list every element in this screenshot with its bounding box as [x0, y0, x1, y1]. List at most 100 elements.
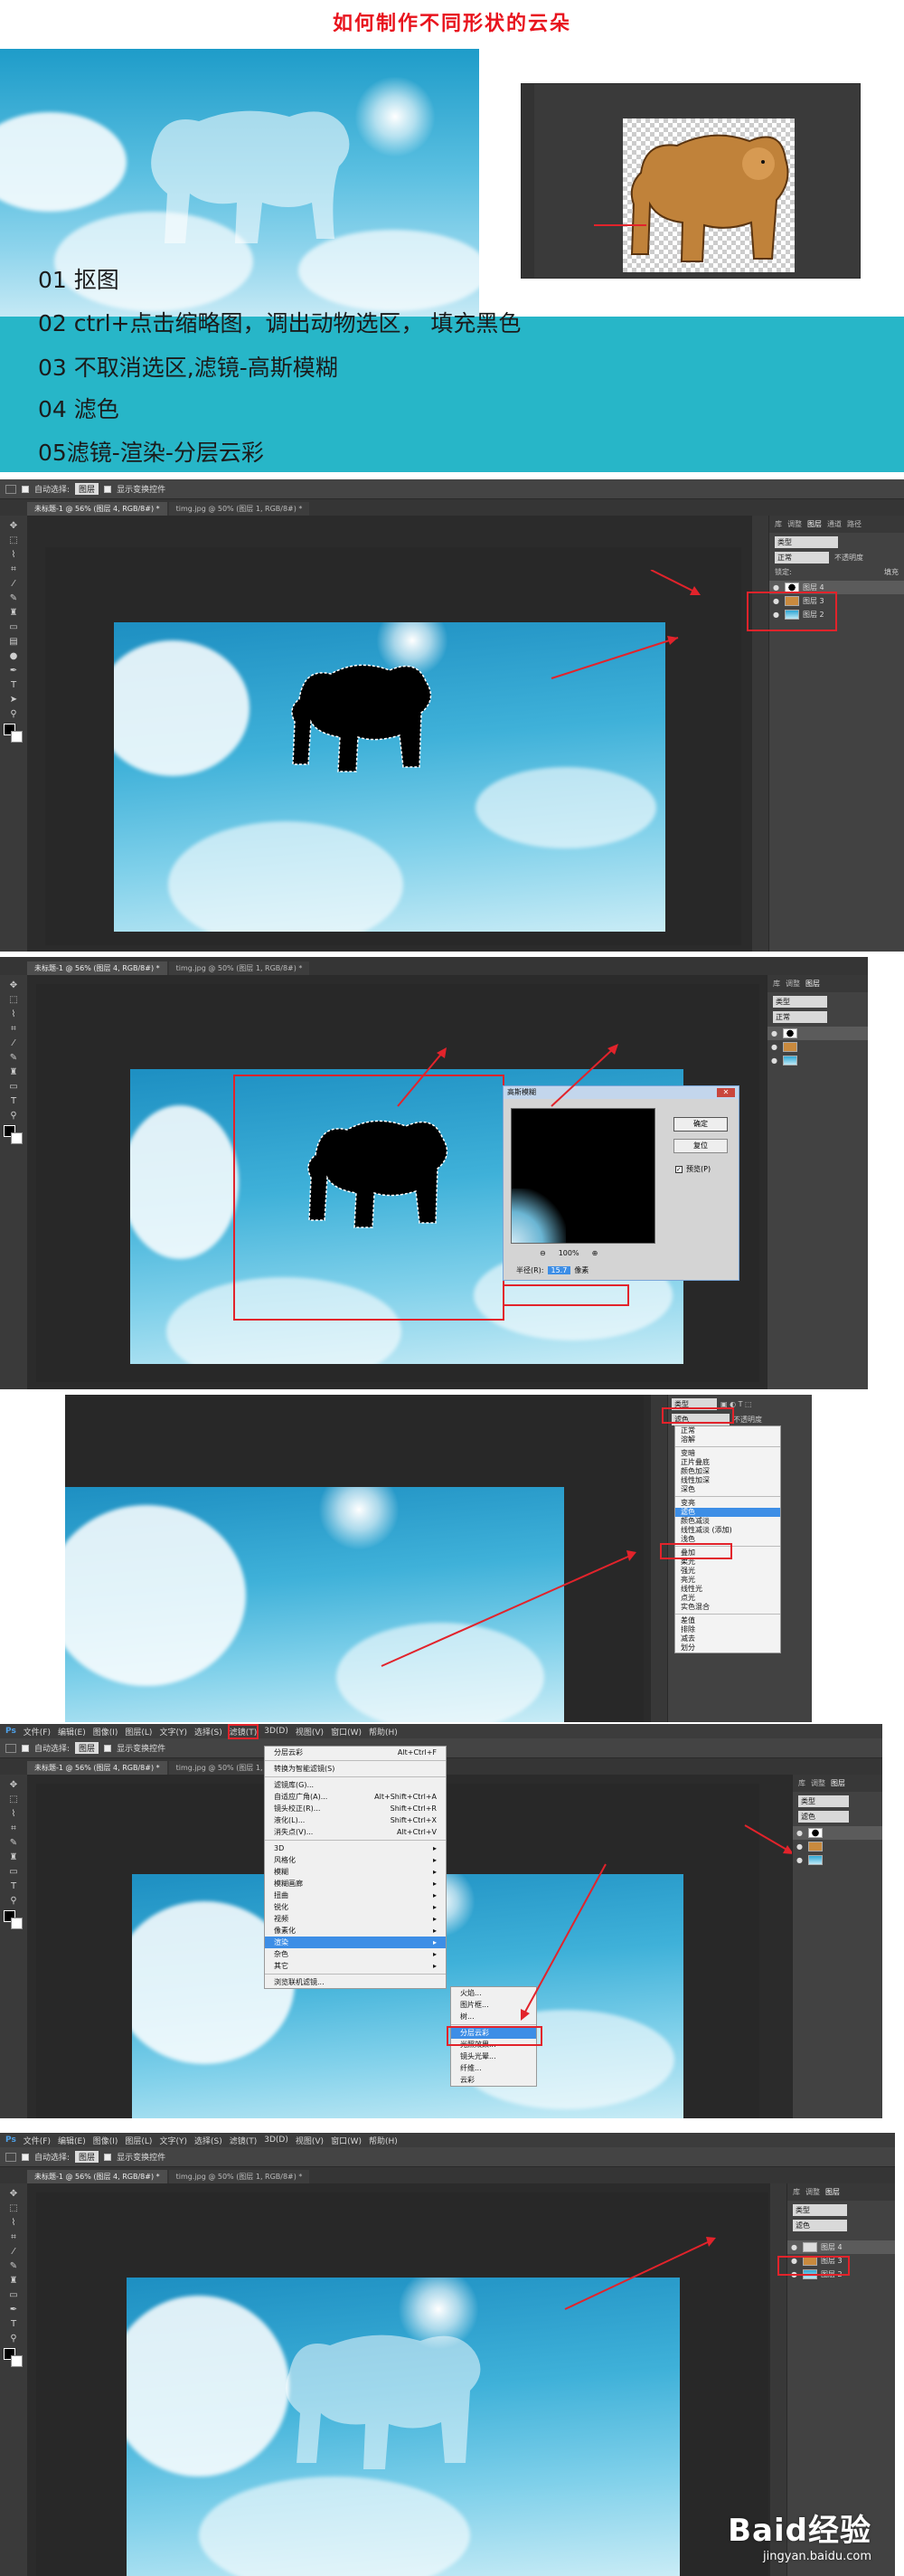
menu-item-lens-correction[interactable]: 镜头校正(R)... Shift+Ctrl+R — [265, 1803, 446, 1814]
blend-mode-select[interactable]: 滤色 — [798, 1811, 849, 1823]
menu-item-browse-online[interactable]: 浏览联机滤镜... — [265, 1976, 446, 1988]
menu-item-last-filter[interactable]: 分层云彩 Alt+Ctrl+F — [265, 1747, 446, 1758]
lasso-icon[interactable]: ⌇ — [8, 2218, 20, 2228]
auto-select-checkbox[interactable] — [22, 485, 29, 493]
brush-icon[interactable]: ✎ — [8, 1053, 20, 1063]
menu-file[interactable]: 文件(F) — [24, 1726, 51, 1738]
blend-option[interactable]: 溶解 — [675, 1435, 780, 1444]
dodge-icon[interactable]: ● — [8, 651, 20, 661]
color-swatches[interactable] — [4, 724, 24, 743]
kind-filter[interactable]: 类型 — [798, 1795, 849, 1807]
submenu-item[interactable]: 镜头光晕... — [451, 2050, 536, 2062]
tab-paths[interactable]: 路径 — [847, 519, 862, 529]
panel-collapse-strip[interactable] — [752, 516, 768, 952]
layer-row[interactable]: ● — [793, 1826, 882, 1840]
menu-item-noise[interactable]: 杂色 ▸ — [265, 1948, 446, 1960]
blend-mode-select[interactable]: 滤色 — [793, 2220, 847, 2231]
marquee-icon[interactable]: ⬚ — [8, 1795, 20, 1804]
blend-option[interactable]: 减去 — [675, 1634, 780, 1643]
pen-icon[interactable]: ✒ — [8, 2305, 20, 2315]
menu-layer[interactable]: 图层(L) — [125, 2135, 152, 2146]
blend-option[interactable]: 实色混合 — [675, 1603, 780, 1612]
layer-row[interactable]: ● — [767, 1054, 868, 1067]
zoom-out-icon[interactable]: ⊖ — [540, 1249, 546, 1257]
move-icon[interactable]: ✥ — [8, 980, 20, 990]
blend-option[interactable]: 变暗 — [675, 1449, 780, 1458]
layer-thumbnail[interactable] — [803, 2242, 817, 2252]
blend-option[interactable]: 颜色减淡 — [675, 1517, 780, 1526]
layer-row[interactable]: ● 图层 4 — [787, 2240, 895, 2254]
eye-icon[interactable]: ● — [796, 1856, 805, 1864]
brush-icon[interactable]: ✎ — [8, 593, 20, 603]
path-select-icon[interactable]: ➤ — [8, 695, 20, 705]
close-icon[interactable]: ✕ — [717, 1088, 735, 1097]
menu-item-liquify[interactable]: 液化(L)... Shift+Ctrl+X — [265, 1814, 446, 1826]
menu-view[interactable]: 视图(V) — [296, 1726, 324, 1738]
tab-library[interactable]: 库 — [798, 1778, 805, 1788]
menu-type[interactable]: 文字(Y) — [159, 2135, 187, 2146]
menu-item-3d[interactable]: 3D ▸ — [265, 1842, 446, 1854]
zoom-icon[interactable]: ⚲ — [8, 1896, 20, 1906]
menu-image[interactable]: 图像(I) — [93, 2135, 118, 2146]
tab-adjust[interactable]: 调整 — [787, 519, 802, 529]
tab-doc1[interactable]: 未标题-1 @ 56% (图层 4, RGB/8#) * — [27, 1761, 167, 1775]
layer-row[interactable]: ● — [767, 1040, 868, 1054]
tab-doc1[interactable]: 未标题-1 @ 56% (图层 4, RGB/8#) * — [27, 961, 167, 975]
tab-adjust[interactable]: 调整 — [811, 1778, 825, 1788]
layer-thumbnail[interactable] — [808, 1828, 823, 1838]
move-tool-icon[interactable] — [5, 1743, 16, 1753]
menu-filter[interactable]: 滤镜(T) — [227, 1724, 259, 1739]
menu-item-other[interactable]: 其它 ▸ — [265, 1960, 446, 1972]
move-tool-icon[interactable] — [5, 484, 16, 494]
lasso-icon[interactable]: ⌇ — [8, 550, 20, 560]
blend-option[interactable]: 线性光 — [675, 1585, 780, 1594]
layer-row[interactable]: ● — [793, 1840, 882, 1853]
tab-library[interactable]: 库 — [773, 979, 780, 989]
auto-select-checkbox[interactable] — [22, 1744, 29, 1752]
crop-icon[interactable]: ⌗ — [8, 1823, 20, 1833]
menu-3d[interactable]: 3D(D) — [264, 2136, 288, 2145]
menu-help[interactable]: 帮助(H) — [369, 1726, 398, 1738]
marquee-icon[interactable]: ⬚ — [8, 535, 20, 545]
eye-icon[interactable]: ● — [791, 2243, 799, 2251]
eraser-icon[interactable]: ▭ — [8, 1082, 20, 1092]
auto-select-checkbox[interactable] — [22, 2153, 29, 2161]
color-swatches[interactable] — [4, 1125, 24, 1145]
crop-icon[interactable]: ⌗ — [8, 2232, 20, 2242]
show-transform-checkbox[interactable] — [104, 1744, 112, 1752]
move-icon[interactable]: ✥ — [8, 1780, 20, 1790]
layer-thumbnail[interactable] — [783, 1056, 797, 1065]
text-icon[interactable]: T — [8, 1881, 20, 1891]
tab-doc2[interactable]: timg.jpg @ 50% (图层 1, RGB/8#) * — [168, 961, 310, 975]
layer-thumbnail[interactable] — [808, 1855, 823, 1865]
layer-select[interactable]: 图层 — [75, 1742, 99, 1754]
brush-icon[interactable]: ✎ — [8, 1838, 20, 1848]
blend-option[interactable]: 正片叠底 — [675, 1458, 780, 1467]
submenu-item[interactable]: 纤维... — [451, 2062, 536, 2074]
tab-adjust[interactable]: 调整 — [805, 2187, 820, 2197]
kind-filter[interactable]: 类型 — [775, 536, 838, 548]
menu-window[interactable]: 窗口(W) — [331, 1726, 362, 1738]
tab-doc1[interactable]: 未标题-1 @ 56% (图层 4, RGB/8#) * — [27, 502, 167, 516]
menu-item-distort[interactable]: 扭曲 ▸ — [265, 1889, 446, 1901]
marquee-icon[interactable]: ⬚ — [8, 995, 20, 1005]
layer-row[interactable]: ● — [767, 1027, 868, 1040]
brush-icon[interactable]: ✎ — [8, 2261, 20, 2271]
radius-input[interactable]: 15.7 — [547, 1266, 571, 1274]
eyedropper-icon[interactable]: ⁄ — [8, 2247, 20, 2257]
eyedropper-icon[interactable]: ⁄ — [8, 1038, 20, 1048]
preview-checkbox[interactable]: ✓ — [675, 1165, 683, 1173]
zoom-icon[interactable]: ⚲ — [8, 709, 20, 719]
menu-item-stylize[interactable]: 风格化 ▸ — [265, 1854, 446, 1866]
color-swatches[interactable] — [4, 1910, 24, 1930]
layer-thumbnail[interactable] — [783, 1042, 797, 1052]
menu-item-video[interactable]: 视频 ▸ — [265, 1913, 446, 1925]
blend-option[interactable]: 亮光 — [675, 1576, 780, 1585]
tab-channels[interactable]: 通道 — [827, 519, 842, 529]
blend-option[interactable]: 划分 — [675, 1643, 780, 1653]
crop-icon[interactable]: ⌗ — [8, 564, 20, 574]
tab-layers[interactable]: 图层 — [831, 1778, 845, 1788]
blend-option[interactable]: 排除 — [675, 1625, 780, 1634]
blend-mode-select[interactable]: 正常 — [773, 1011, 827, 1023]
blend-option[interactable]: 正常 — [675, 1426, 780, 1435]
